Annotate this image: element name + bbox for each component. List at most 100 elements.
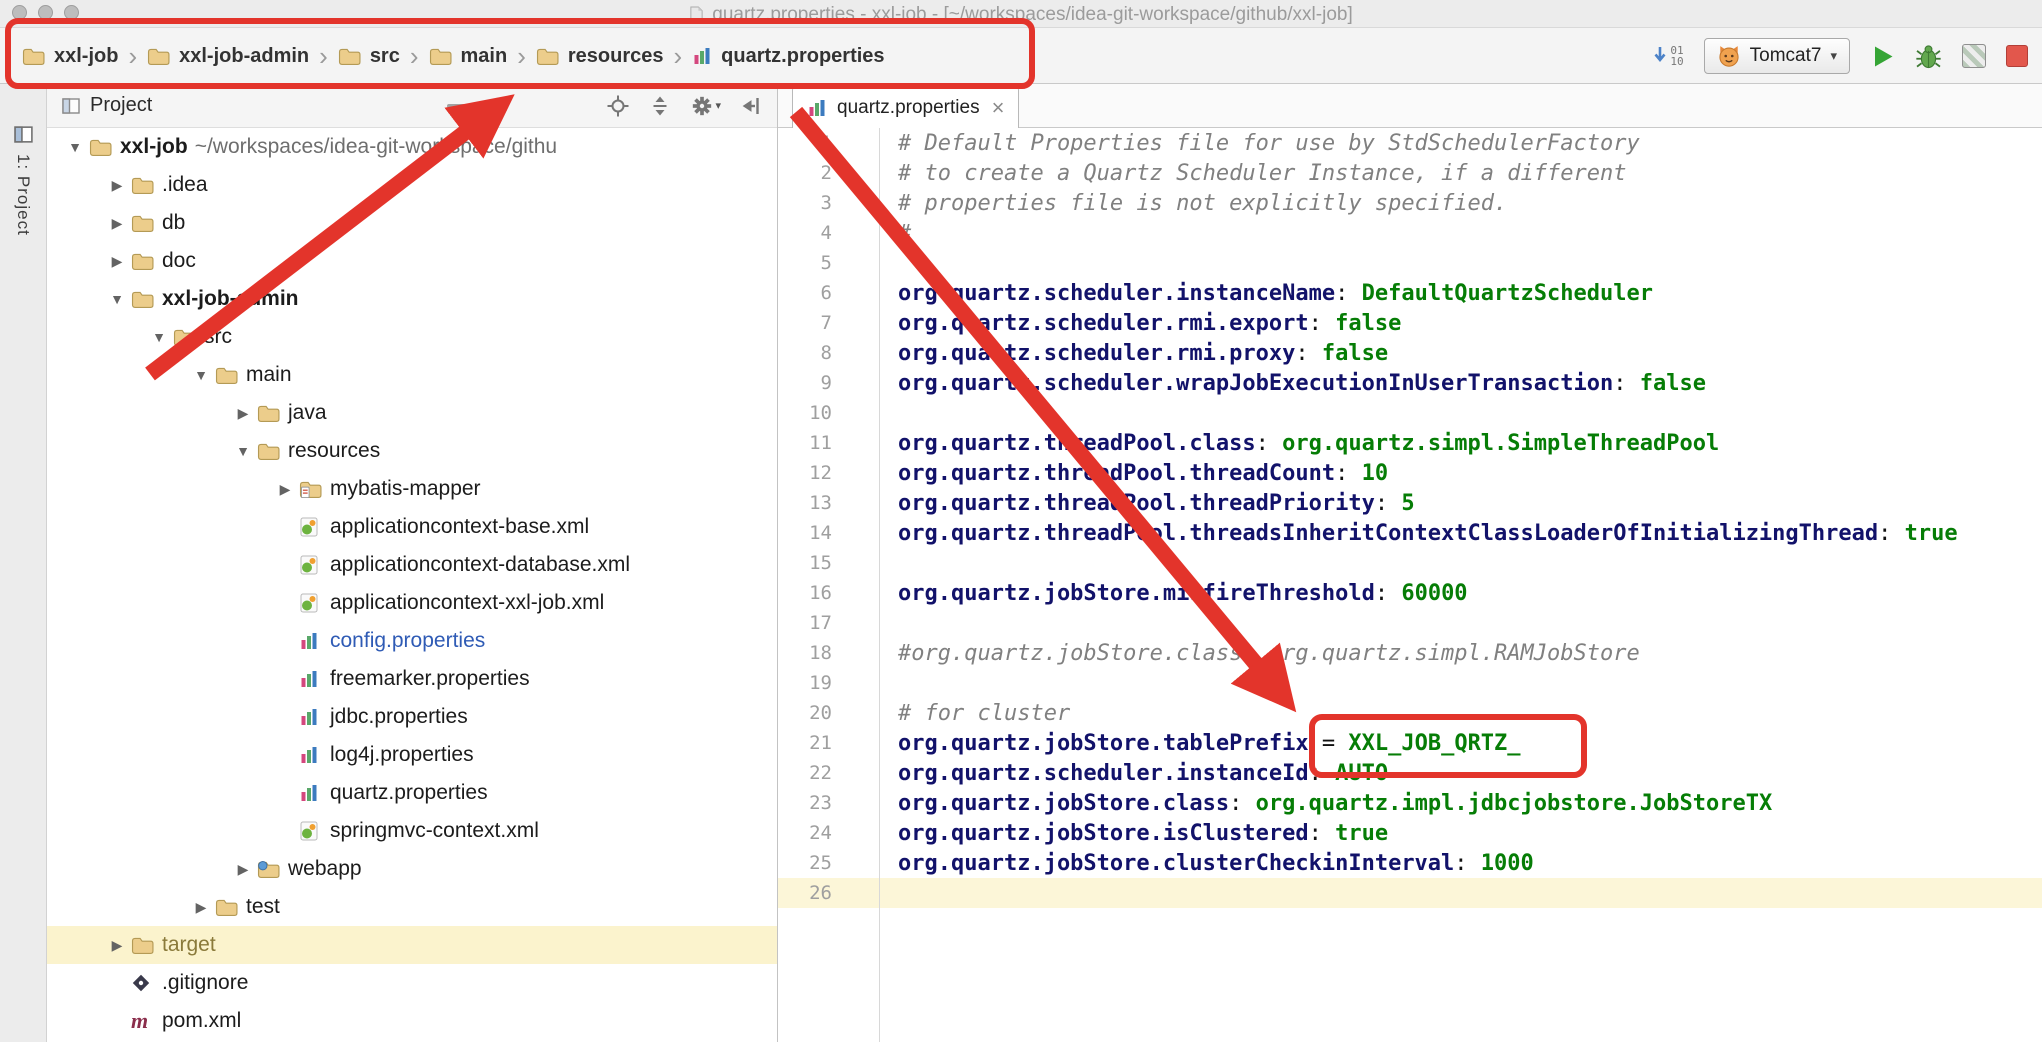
code-line-20[interactable]: 20# for cluster xyxy=(778,698,2042,728)
run-config-selector[interactable]: Tomcat7 ▾ xyxy=(1704,38,1850,74)
code-line-18[interactable]: 18#org.quartz.jobStore.class: org.quartz… xyxy=(778,638,2042,668)
tree-item-xxl-job-admin[interactable]: ▼xxl-job-admin xyxy=(47,280,777,318)
line-content[interactable]: org.quartz.jobStore.class: org.quartz.im… xyxy=(880,791,1772,816)
collapse-all-icon[interactable] xyxy=(741,95,763,117)
tree-item-quartz.properties[interactable]: quartz.properties xyxy=(47,774,777,812)
tree-item-log4j.properties[interactable]: log4j.properties xyxy=(47,736,777,774)
line-content[interactable]: # to create a Quartz Scheduler Instance,… xyxy=(880,161,1626,186)
line-content[interactable]: org.quartz.jobStore.isClustered: true xyxy=(880,821,1388,846)
code-line-4[interactable]: 4# xyxy=(778,218,2042,248)
code-line-7[interactable]: 7org.quartz.scheduler.rmi.export: false xyxy=(778,308,2042,338)
tree-item-mybatis-mapper[interactable]: ▶mybatis-mapper xyxy=(47,470,777,508)
breadcrumb-item-xxl-job[interactable]: xxl-job xyxy=(22,45,118,68)
tree-item-applicationcontext-base.xml[interactable]: applicationcontext-base.xml xyxy=(47,508,777,546)
tree-item-test[interactable]: ▶test xyxy=(47,888,777,926)
line-content[interactable]: # for cluster xyxy=(880,701,1070,726)
line-content[interactable]: # xyxy=(880,221,911,246)
line-content[interactable]: org.quartz.jobStore.tablePrefix = XXL_JO… xyxy=(880,731,1521,756)
tree-item-src[interactable]: ▼src xyxy=(47,318,777,356)
code-line-16[interactable]: 16org.quartz.jobStore.misfireThreshold: … xyxy=(778,578,2042,608)
tree-item-config.properties[interactable]: config.properties xyxy=(47,622,777,660)
chevron-collapsed-icon[interactable]: ▶ xyxy=(187,899,215,916)
tree-item-db[interactable]: ▶db xyxy=(47,204,777,242)
code-line-14[interactable]: 14org.quartz.threadPool.threadsInheritCo… xyxy=(778,518,2042,548)
breadcrumb-item-xxl-job-admin[interactable]: xxl-job-admin xyxy=(147,45,309,68)
breadcrumb-item-resources[interactable]: resources xyxy=(536,45,664,68)
incoming-changes-indicator[interactable]: 01 10 xyxy=(1653,45,1683,67)
line-content[interactable]: org.quartz.jobStore.misfireThreshold: 60… xyxy=(880,581,1468,606)
tree-item-resources[interactable]: ▼resources xyxy=(47,432,777,470)
tab-quartz-properties[interactable]: quartz.properties × xyxy=(792,87,1019,128)
chevron-collapsed-icon[interactable]: ▶ xyxy=(271,481,299,498)
tree-item-doc[interactable]: ▶doc xyxy=(47,242,777,280)
tree-item-.idea[interactable]: ▶.idea xyxy=(47,166,777,204)
code-line-1[interactable]: 1# Default Properties file for use by St… xyxy=(778,128,2042,158)
code-line-10[interactable]: 10 xyxy=(778,398,2042,428)
tree-item-springmvc-context.xml[interactable]: springmvc-context.xml xyxy=(47,812,777,850)
chevron-collapsed-icon[interactable]: ▶ xyxy=(103,253,131,270)
code-line-5[interactable]: 5 xyxy=(778,248,2042,278)
code-line-17[interactable]: 17 xyxy=(778,608,2042,638)
line-content[interactable]: # Default Properties file for use by Std… xyxy=(880,131,1640,156)
tree-item-.gitignore[interactable]: .gitignore xyxy=(47,964,777,1002)
code-line-15[interactable]: 15 xyxy=(778,548,2042,578)
code-line-22[interactable]: 22org.quartz.scheduler.instanceId: AUTO xyxy=(778,758,2042,788)
line-content[interactable]: org.quartz.scheduler.wrapJobExecutionInU… xyxy=(880,371,1706,396)
line-content[interactable]: org.quartz.scheduler.instanceName: Defau… xyxy=(880,281,1653,306)
chevron-collapsed-icon[interactable]: ▶ xyxy=(229,405,257,422)
code-line-3[interactable]: 3# properties file is not explicitly spe… xyxy=(778,188,2042,218)
chevron-expanded-icon[interactable]: ▼ xyxy=(229,443,257,459)
tree-item-java[interactable]: ▶java xyxy=(47,394,777,432)
line-content[interactable]: org.quartz.threadPool.threadCount: 10 xyxy=(880,461,1388,486)
line-content[interactable]: org.quartz.scheduler.instanceId: AUTO xyxy=(880,761,1388,786)
code-line-8[interactable]: 8org.quartz.scheduler.rmi.proxy: false xyxy=(778,338,2042,368)
code-line-25[interactable]: 25org.quartz.jobStore.clusterCheckinInte… xyxy=(778,848,2042,878)
tree-item-webapp[interactable]: ▶webapp xyxy=(47,850,777,888)
chevron-collapsed-icon[interactable]: ▶ xyxy=(103,177,131,194)
breadcrumb-item-quartz.properties[interactable]: quartz.properties xyxy=(692,45,884,68)
run-button[interactable] xyxy=(1870,44,1895,69)
close-tab-icon[interactable]: × xyxy=(992,99,1005,117)
expand-collapse-icon[interactable] xyxy=(649,95,671,117)
project-tool-window-button[interactable]: 1: Project xyxy=(0,124,46,236)
stop-button[interactable] xyxy=(2006,45,2028,67)
breadcrumb-item-main[interactable]: main xyxy=(429,45,508,68)
line-content[interactable]: org.quartz.scheduler.rmi.proxy: false xyxy=(880,341,1388,366)
code-line-23[interactable]: 23org.quartz.jobStore.class: org.quartz.… xyxy=(778,788,2042,818)
code-line-19[interactable]: 19 xyxy=(778,668,2042,698)
breadcrumb-item-src[interactable]: src xyxy=(338,45,400,68)
coverage-button[interactable] xyxy=(1962,44,1986,68)
chevron-expanded-icon[interactable]: ▼ xyxy=(61,139,89,155)
tree-item-applicationcontext-database.xml[interactable]: applicationcontext-database.xml xyxy=(47,546,777,584)
tree-item-freemarker.properties[interactable]: freemarker.properties xyxy=(47,660,777,698)
tree-item-pom.xml[interactable]: mpom.xml xyxy=(47,1002,777,1040)
code-line-26[interactable]: 26 xyxy=(778,878,2042,908)
chevron-expanded-icon[interactable]: ▼ xyxy=(103,291,131,307)
code-line-24[interactable]: 24org.quartz.jobStore.isClustered: true xyxy=(778,818,2042,848)
line-content[interactable]: org.quartz.scheduler.rmi.export: false xyxy=(880,311,1401,336)
tree-item-xxl-job[interactable]: ▼xxl-job ~/workspaces/idea-git-workspace… xyxy=(47,128,777,166)
line-content[interactable]: # properties file is not explicitly spec… xyxy=(880,191,1507,216)
chevron-collapsed-icon[interactable]: ▶ xyxy=(103,215,131,232)
editor-content[interactable]: 1# Default Properties file for use by St… xyxy=(778,128,2042,1042)
code-line-11[interactable]: 11org.quartz.threadPool.class: org.quart… xyxy=(778,428,2042,458)
tree-item-target[interactable]: ▶target xyxy=(47,926,777,964)
line-content[interactable]: org.quartz.threadPool.class: org.quartz.… xyxy=(880,431,1719,456)
tree-item-jdbc.properties[interactable]: jdbc.properties xyxy=(47,698,777,736)
chevron-expanded-icon[interactable]: ▼ xyxy=(187,367,215,383)
code-line-13[interactable]: 13org.quartz.threadPool.threadPriority: … xyxy=(778,488,2042,518)
locate-icon[interactable] xyxy=(607,95,629,117)
line-content[interactable]: org.quartz.jobStore.clusterCheckinInterv… xyxy=(880,851,1534,876)
line-content[interactable]: org.quartz.threadPool.threadsInheritCont… xyxy=(880,521,1958,546)
line-content[interactable]: #org.quartz.jobStore.class: org.quartz.s… xyxy=(880,641,1640,666)
chevron-collapsed-icon[interactable]: ▶ xyxy=(103,937,131,954)
code-line-2[interactable]: 2# to create a Quartz Scheduler Instance… xyxy=(778,158,2042,188)
chevron-expanded-icon[interactable]: ▼ xyxy=(145,329,173,345)
code-line-21[interactable]: 21org.quartz.jobStore.tablePrefix = XXL_… xyxy=(778,728,2042,758)
settings-gear-button[interactable]: ▾ xyxy=(691,95,721,117)
code-line-9[interactable]: 9org.quartz.scheduler.wrapJobExecutionIn… xyxy=(778,368,2042,398)
tree-item-main[interactable]: ▼main xyxy=(47,356,777,394)
code-line-12[interactable]: 12org.quartz.threadPool.threadCount: 10 xyxy=(778,458,2042,488)
code-line-6[interactable]: 6org.quartz.scheduler.instanceName: Defa… xyxy=(778,278,2042,308)
chevron-collapsed-icon[interactable]: ▶ xyxy=(229,861,257,878)
